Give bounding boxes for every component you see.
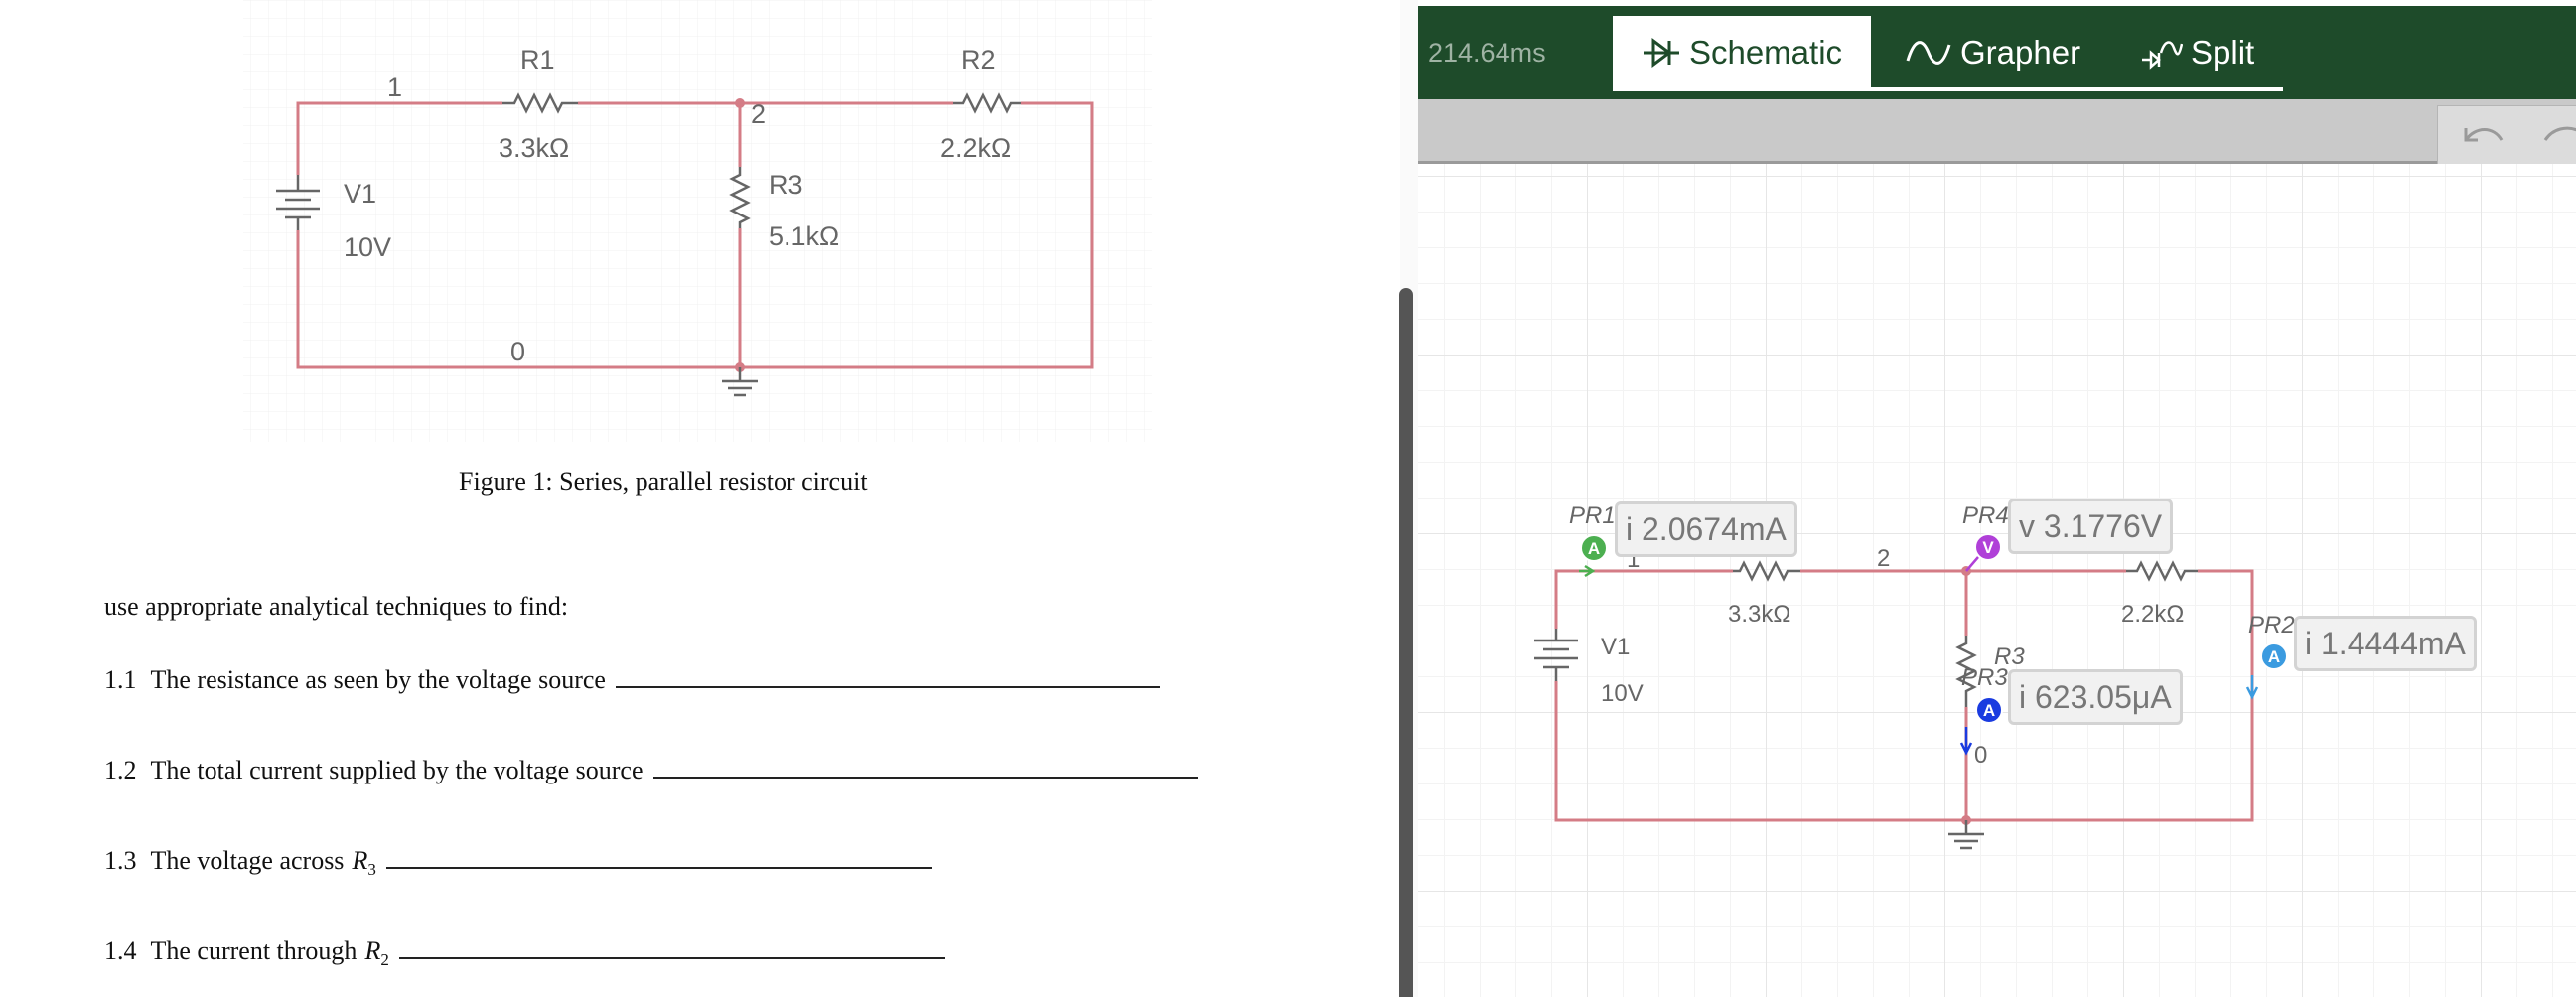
question-1-4: 1.4 The current through R2: [104, 936, 945, 970]
v1-name: V1: [344, 179, 376, 209]
r3-name: R3: [769, 170, 803, 200]
r3-probe-alias: PR3: [1961, 664, 2008, 691]
probe-pr3-arrow: [1959, 727, 1973, 756]
probe-pr1-arrow: [1579, 564, 1596, 578]
r1-name: R1: [520, 45, 555, 74]
question-text: The current through: [150, 936, 358, 965]
question-text: The voltage across: [150, 846, 345, 875]
resistor-r1-symbol[interactable]: [1733, 560, 1800, 582]
node-label-2: 2: [751, 99, 766, 129]
question-subscript: 2: [380, 950, 389, 970]
question-subscript: 3: [367, 860, 376, 880]
probe-pr1-name: PR1: [1569, 502, 1616, 529]
question-1-1: 1.1 The resistance as seen by the voltag…: [104, 665, 1160, 695]
instructions-text: use appropriate analytical techniques to…: [104, 592, 569, 621]
battery-v1-symbol[interactable]: [1534, 629, 1578, 681]
document-scrollbar-thumb[interactable]: [1399, 288, 1413, 997]
v1-value: 10V: [1601, 680, 1644, 707]
node-label-1: 1: [387, 72, 402, 102]
probe-pr2-arrow: [2245, 675, 2259, 700]
question-number: 1.1: [104, 665, 137, 694]
r1-value: 3.3kΩ: [1728, 601, 1790, 628]
node-label-0: 0: [510, 337, 525, 366]
answer-blank[interactable]: [398, 937, 945, 959]
schematic-circuit: A V A A 1 2 0 3.3kΩ 2.2kΩ V1 10V R3 PR3 …: [1534, 502, 2295, 850]
r2-value: 2.2kΩ: [2121, 601, 2184, 628]
question-text: The resistance as seen by the voltage so…: [150, 665, 606, 694]
question-text: The total current supplied by the voltag…: [150, 756, 644, 784]
question-variable: R: [364, 936, 381, 965]
probe-pr2-name: PR2: [2248, 612, 2295, 639]
probe-pr3-badge-letter: A: [1983, 701, 1995, 720]
r1-value: 3.3kΩ: [499, 133, 569, 163]
figure-caption: Figure 1: Series, parallel resistor circ…: [459, 467, 868, 496]
probe-pr1-badge-letter: A: [1588, 539, 1600, 558]
r2-value: 2.2kΩ: [940, 133, 1011, 163]
probe-pr4-lead: [1965, 556, 1979, 572]
probe-pr3-readout[interactable]: i 623.05μA: [2008, 669, 2183, 725]
answer-blank[interactable]: [615, 666, 1160, 688]
probe-pr2-readout[interactable]: i 1.4444mA: [2294, 616, 2477, 671]
answer-blank[interactable]: [385, 847, 932, 869]
ground-symbol[interactable]: [1948, 820, 1984, 850]
question-variable: R: [352, 846, 368, 875]
question-1-3: 1.3 The voltage across R3: [104, 846, 932, 880]
question-1-2: 1.2 The total current supplied by the vo…: [104, 756, 1198, 785]
question-number: 1.4: [104, 936, 137, 965]
question-number: 1.3: [104, 846, 137, 875]
question-number: 1.2: [104, 756, 137, 784]
probe-pr4-badge-letter: V: [1982, 538, 1994, 557]
probe-pr4-name: PR4: [1962, 502, 2009, 529]
probe-pr1-readout[interactable]: i 2.0674mA: [1615, 501, 1797, 557]
r2-name: R2: [961, 45, 996, 74]
answer-blank[interactable]: [652, 757, 1198, 779]
resistor-r2-symbol[interactable]: [2126, 560, 2198, 582]
node-label-0: 0: [1974, 742, 1987, 769]
simulator-app: 214.64ms Schematic Grapher Split A V A A…: [1418, 0, 2576, 997]
node-label-2: 2: [1877, 545, 1890, 572]
probe-pr2-badge-letter: A: [2268, 647, 2280, 666]
probe-pr4-readout[interactable]: v 3.1776V: [2008, 498, 2174, 554]
v1-name: V1: [1601, 634, 1630, 660]
figure-grid: [243, 0, 1152, 442]
document-panel: 1 2 0 R1 3.3kΩ R2 2.2kΩ R3 5.1kΩ V1 10V …: [0, 0, 1400, 997]
v1-value: 10V: [344, 232, 391, 262]
r3-value: 5.1kΩ: [769, 221, 839, 251]
